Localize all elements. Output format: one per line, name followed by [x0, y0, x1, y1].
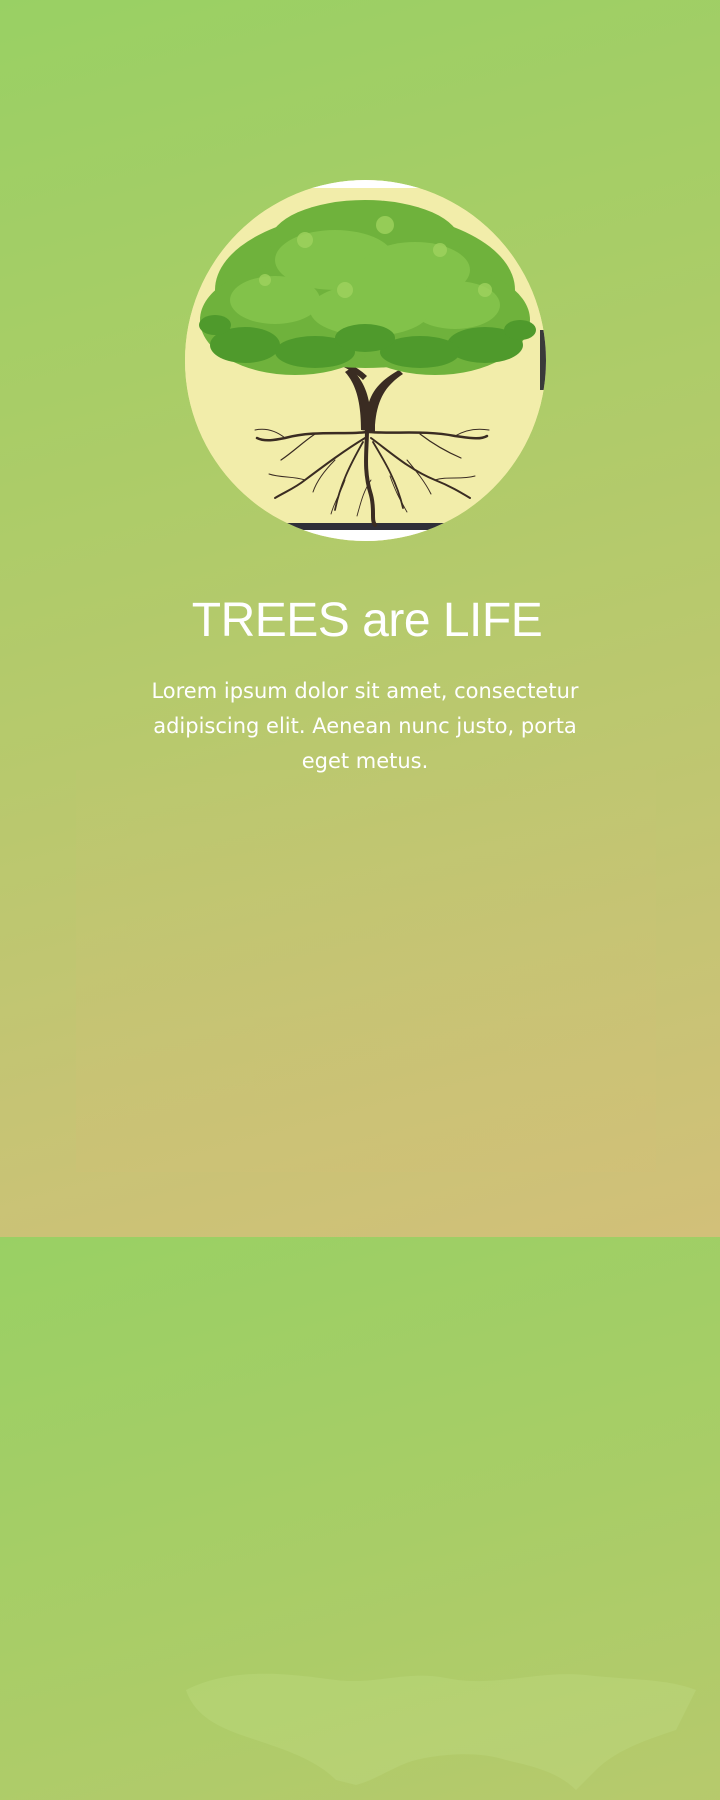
background-panel	[76, 770, 696, 1790]
page-title: TREES are LIFE	[191, 594, 543, 647]
faint-foliage-decoration	[186, 1673, 696, 1790]
hero-description: Lorem ipsum dolor sit amet, consectetur …	[151, 679, 579, 773]
tree-with-roots-icon	[185, 180, 546, 541]
tree-illustration	[185, 180, 546, 541]
